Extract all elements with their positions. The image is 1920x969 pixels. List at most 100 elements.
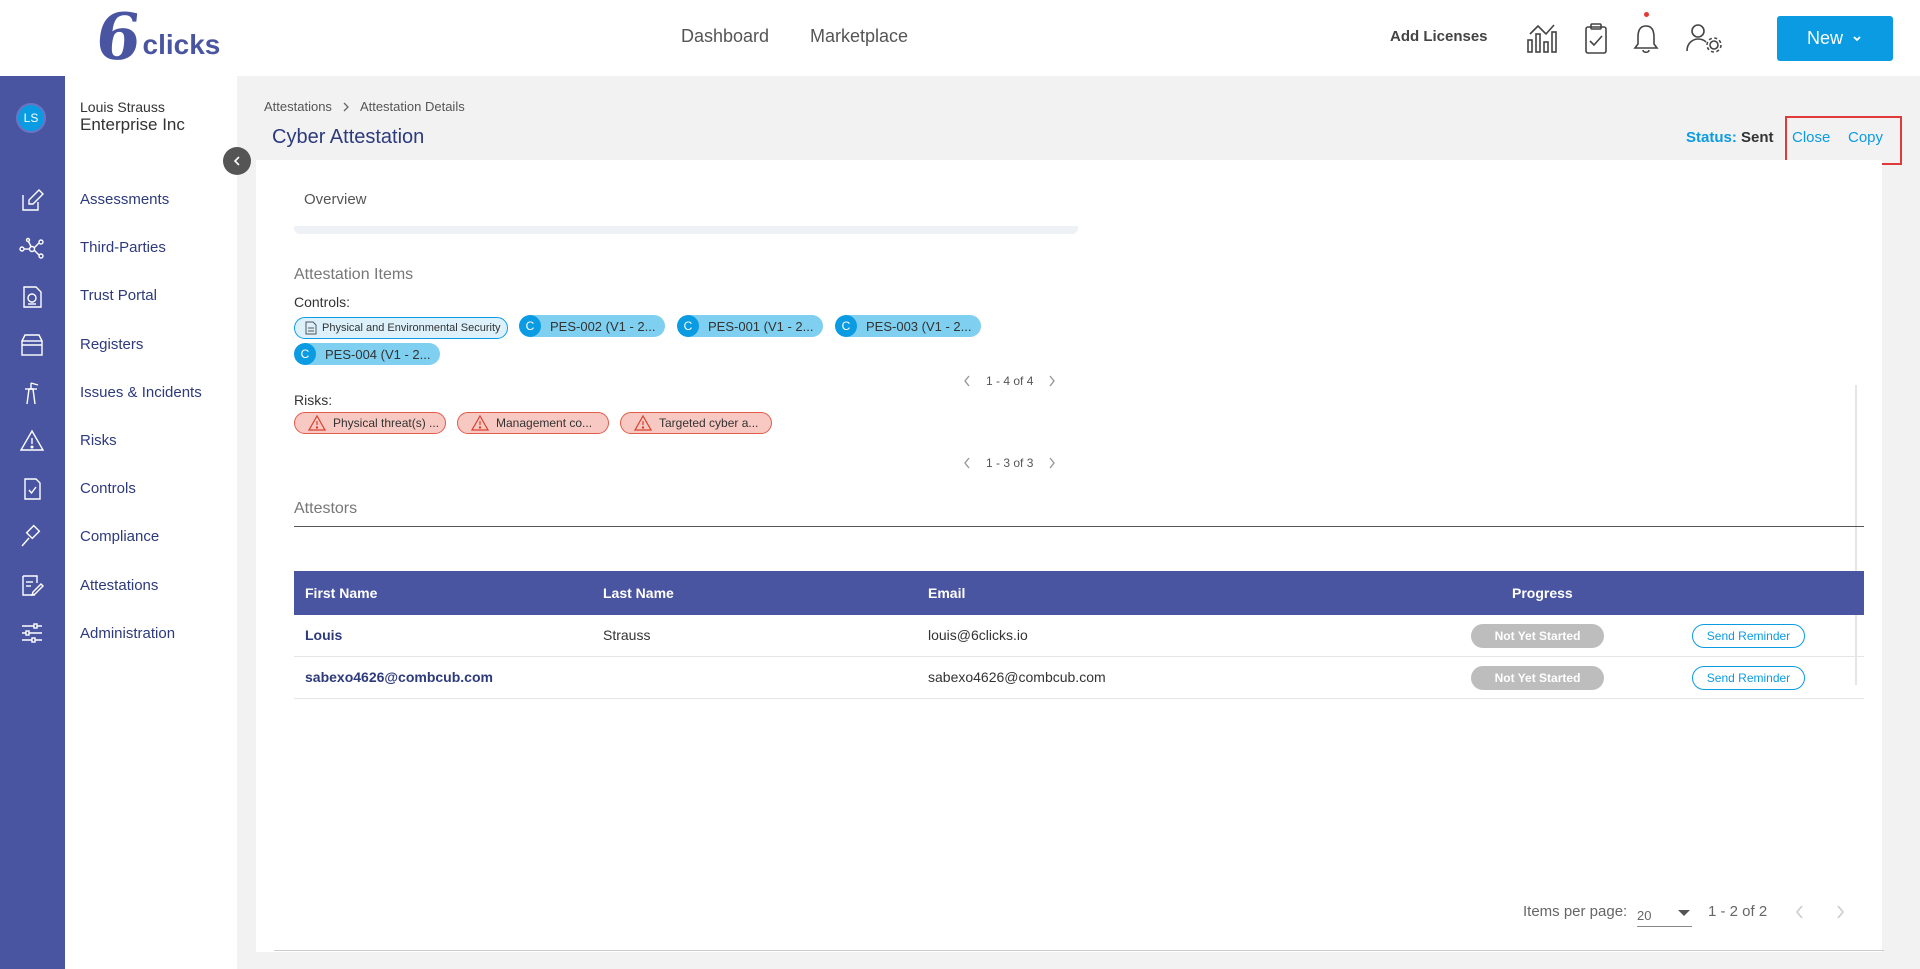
org-name[interactable]: Enterprise Inc [80,115,185,135]
attestors-title: Attestors [294,500,358,517]
bell-icon[interactable] [1628,20,1664,56]
highlight-box [1785,116,1902,165]
clipboard-check-icon[interactable] [1578,20,1614,56]
breadcrumb: Attestations Attestation Details [264,99,465,114]
attestors-table-header: First Name Last Name Email Progress [294,571,1864,615]
risk-chip-label: Management co... [496,416,593,430]
chevron-right-icon[interactable] [1047,457,1057,469]
status-label: Status: [1686,129,1737,146]
risks-label: Risks: [294,392,333,408]
controls-label: Controls: [294,294,351,310]
compliance-gavel-icon[interactable] [19,524,45,550]
progress-badge: Not Yet Started [1471,666,1604,690]
risk-chip-label: Physical threat(s) ... [333,416,440,430]
sidebar-item-compliance[interactable]: Compliance [80,528,159,545]
control-chip[interactable]: C PES-004 (V1 - 2... [294,343,440,365]
chevron-left-icon[interactable] [1793,904,1807,920]
warning-icon [634,415,652,431]
send-reminder-button[interactable]: Send Reminder [1692,666,1805,690]
items-per-page-select[interactable]: 20 [1637,903,1692,927]
sidebar-item-registers[interactable]: Registers [80,336,143,353]
registers-box-icon[interactable] [19,332,45,358]
logo-glyph: 6 [92,0,145,75]
status-indicator: Status: Sent [1686,129,1774,146]
controls-pager: 1 - 4 of 4 [962,374,1057,388]
edit-icon[interactable] [19,188,45,214]
control-chip[interactable]: C PES-002 (V1 - 2... [519,315,665,337]
top-bar: 6 clicks Dashboard Marketplace Add Licen… [0,0,1920,76]
6clicks-logo[interactable]: 6 clicks [92,0,221,75]
chevron-left-icon[interactable] [962,375,972,387]
avatar[interactable]: LS [16,103,46,133]
control-doc-chip-label: Physical and Environmental Security [322,322,501,334]
attestor-email: louis@6clicks.io [928,627,1028,643]
sidebar-collapse-button[interactable] [223,147,251,175]
risk-chip[interactable]: Physical threat(s) ... [294,412,446,434]
control-chip[interactable]: C PES-001 (V1 - 2... [677,315,823,337]
sidebar-item-trust-portal[interactable]: Trust Portal [80,287,157,304]
table-row: sabexo4626@combcub.com sabexo4626@combcu… [294,657,1864,699]
control-chip-label: PES-001 (V1 - 2... [708,318,814,334]
administration-sliders-icon[interactable] [19,620,45,646]
add-licenses-link[interactable]: Add Licenses [1390,28,1488,45]
nav-dashboard[interactable]: Dashboard [681,26,769,47]
attestor-first-name[interactable]: Louis [305,627,342,643]
attestor-first-name[interactable]: sabexo4626@combcub.com [305,669,493,685]
sidebar-item-assessments[interactable]: Assessments [80,191,169,208]
attestor-email: sabexo4626@combcub.com [928,669,1106,685]
attestor-last-name: Strauss [603,627,651,643]
control-badge: C [835,315,857,337]
logo-wordmark: clicks [142,29,221,60]
issues-incidents-icon[interactable] [19,380,45,406]
user-settings-icon[interactable] [1684,20,1724,56]
attestations-icon[interactable] [19,572,45,598]
control-badge: C [677,315,699,337]
controls-pager-range: 1 - 4 of 4 [986,374,1034,388]
tab-overview[interactable]: Overview [304,191,367,208]
sidebar-item-issues-incidents[interactable]: Issues & Incidents [80,384,202,401]
chevron-left-icon[interactable] [962,457,972,469]
warning-triangle-icon[interactable] [19,428,45,454]
new-button[interactable]: New [1777,16,1893,61]
sidebar-item-attestations[interactable]: Attestations [80,577,158,594]
controls-doc-icon[interactable] [19,476,45,502]
chevron-right-icon[interactable] [1047,375,1057,387]
control-doc-chip[interactable]: Physical and Environmental Security [294,317,508,339]
breadcrumb-attestation-details: Attestation Details [359,99,465,114]
chevron-right-icon [343,102,349,111]
sidebar-item-risks[interactable]: Risks [80,432,117,449]
sidebar-item-third-parties[interactable]: Third-Parties [80,239,166,256]
send-reminder-button[interactable]: Send Reminder [1692,624,1805,648]
user-name: Louis Strauss [80,99,165,115]
column-last-name[interactable]: Last Name [603,585,674,601]
risks-pager: 1 - 3 of 3 [962,456,1057,470]
column-progress[interactable]: Progress [1512,585,1573,601]
divider [274,950,1884,951]
control-badge: C [294,343,316,365]
attestation-card: Overview Attestation Items Controls: Phy… [256,160,1884,952]
breadcrumb-attestations[interactable]: Attestations [264,99,332,114]
sidebar-item-administration[interactable]: Administration [80,625,175,642]
table-row: Louis Strauss louis@6clicks.io Not Yet S… [294,615,1864,657]
chevron-down-icon [1853,35,1861,41]
new-button-label: New [1806,28,1843,48]
nav-marketplace[interactable]: Marketplace [810,26,908,47]
risk-chip[interactable]: Targeted cyber a... [620,412,772,434]
risk-chip[interactable]: Management co... [457,412,609,434]
items-per-page-label: Items per page: [1523,903,1628,920]
network-icon[interactable] [19,236,45,262]
sidebar-item-controls[interactable]: Controls [80,480,136,497]
chevron-right-icon[interactable] [1833,904,1847,920]
chevron-left-icon [233,156,240,166]
document-icon [305,321,317,335]
column-email[interactable]: Email [928,585,965,601]
control-chip[interactable]: C PES-003 (V1 - 2... [835,315,981,337]
column-first-name[interactable]: First Name [305,585,377,601]
analytics-chart-icon[interactable] [1524,20,1560,56]
side-menu: Louis Strauss Enterprise Inc Assessments… [65,76,237,969]
control-chip-label: PES-004 (V1 - 2... [325,346,431,362]
paginator-range: 1 - 2 of 2 [1708,903,1768,920]
control-chip-label: PES-002 (V1 - 2... [550,318,656,334]
trust-portal-icon[interactable] [19,284,45,310]
items-per-page-value: 20 [1637,908,1652,923]
